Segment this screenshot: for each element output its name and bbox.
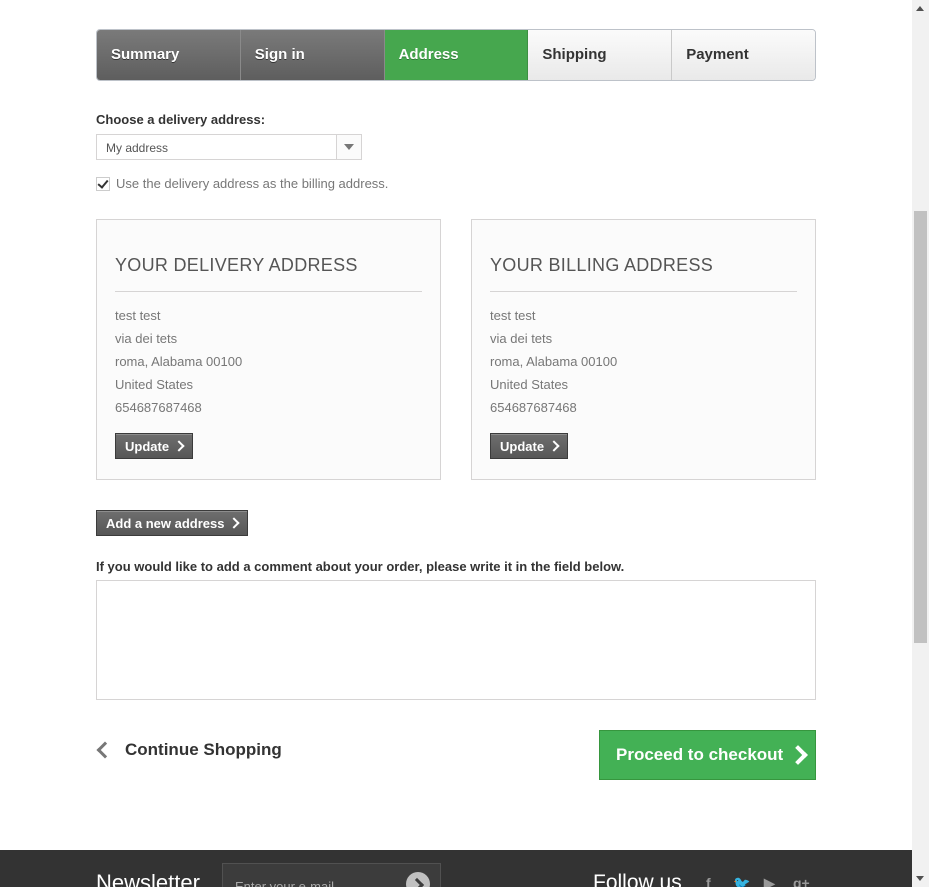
footer: Newsletter Enter your e-mail Follow us f… <box>0 850 912 887</box>
facebook-icon[interactable]: f <box>706 875 711 887</box>
chevron-right-icon <box>228 517 241 529</box>
update-label: Update <box>500 438 545 454</box>
order-comment-field[interactable] <box>96 580 816 700</box>
chevron-right-icon <box>548 440 560 452</box>
step-payment: Payment <box>672 30 815 80</box>
billing-address-box: YOUR BILLING ADDRESS test test via dei t… <box>471 219 816 480</box>
newsletter-placeholder: Enter your e-mail <box>235 879 334 887</box>
proceed-label: Proceed to checkout <box>616 745 784 764</box>
comment-label: If you would like to add a comment about… <box>96 559 625 574</box>
step-summary[interactable]: Summary <box>97 30 241 80</box>
billing-address-title: YOUR BILLING ADDRESS <box>490 255 714 275</box>
divider <box>115 291 422 292</box>
scroll-down-arrow-icon[interactable] <box>912 870 929 887</box>
update-delivery-button[interactable]: Update <box>115 433 194 459</box>
vertical-scrollbar[interactable] <box>912 0 929 887</box>
chevron-left-icon <box>96 741 114 759</box>
step-address[interactable]: Address <box>384 30 529 80</box>
step-label: Summary <box>111 46 180 63</box>
address-phone: 654687687468 <box>490 400 577 415</box>
delivery-address-label: Choose a delivery address: <box>96 112 266 127</box>
step-label: Shipping <box>542 46 607 63</box>
delivery-address-select[interactable]: My address <box>96 134 362 160</box>
billing-address-lines: test test via dei tets roma, Alabama 001… <box>490 308 617 423</box>
address-name: test test <box>115 308 161 323</box>
scrollbar-thumb[interactable] <box>914 211 927 643</box>
update-label: Update <box>125 438 170 454</box>
checkout-steps: Summary Sign in Address Shipping Payment <box>96 29 816 81</box>
continue-shopping-link[interactable]: Continue Shopping <box>96 740 282 760</box>
twitter-icon[interactable]: 🐦 <box>733 875 750 887</box>
step-label: Sign in <box>254 46 305 63</box>
chevron-down-icon[interactable] <box>336 135 361 159</box>
newsletter-email-input[interactable]: Enter your e-mail <box>222 863 441 887</box>
use-as-billing-option[interactable]: Use the delivery address as the billing … <box>96 176 388 191</box>
address-name: test test <box>490 308 536 323</box>
divider <box>490 291 797 292</box>
step-sign-in[interactable]: Sign in <box>240 30 385 80</box>
use-as-billing-checkbox[interactable] <box>96 176 110 191</box>
address-city: roma, Alabama 00100 <box>115 354 243 369</box>
address-country: United States <box>490 377 569 392</box>
youtube-icon[interactable]: ▶ <box>764 875 775 887</box>
submit-arrow-icon[interactable] <box>406 872 430 887</box>
add-new-address-label: Add a new address <box>106 515 225 531</box>
newsletter-title: Newsletter <box>96 870 200 887</box>
address-street: via dei tets <box>490 331 553 346</box>
use-as-billing-label: Use the delivery address as the billing … <box>116 176 389 191</box>
address-phone: 654687687468 <box>115 400 202 415</box>
chevron-right-icon <box>173 440 185 452</box>
delivery-address-title: YOUR DELIVERY ADDRESS <box>115 255 358 275</box>
delivery-address-box: YOUR DELIVERY ADDRESS test test via dei … <box>96 219 441 480</box>
address-city: roma, Alabama 00100 <box>490 354 618 369</box>
follow-us-title: Follow us <box>593 871 682 887</box>
scroll-up-arrow-icon[interactable] <box>912 0 929 17</box>
delivery-address-lines: test test via dei tets roma, Alabama 001… <box>115 308 242 423</box>
continue-shopping-label: Continue Shopping <box>125 740 282 759</box>
delivery-address-selected: My address <box>106 141 169 155</box>
update-billing-button[interactable]: Update <box>490 433 569 459</box>
step-label: Payment <box>686 46 749 63</box>
proceed-to-checkout-button[interactable]: Proceed to checkout <box>599 730 816 780</box>
chevron-right-icon <box>788 745 809 765</box>
add-new-address-button[interactable]: Add a new address <box>96 510 249 536</box>
address-street: via dei tets <box>115 331 178 346</box>
google-plus-icon[interactable]: g+ <box>793 875 810 887</box>
step-label: Address <box>398 46 459 63</box>
step-shipping: Shipping <box>528 30 673 80</box>
checkout-page: Summary Sign in Address Shipping Payment… <box>0 0 912 887</box>
address-country: United States <box>115 377 194 392</box>
